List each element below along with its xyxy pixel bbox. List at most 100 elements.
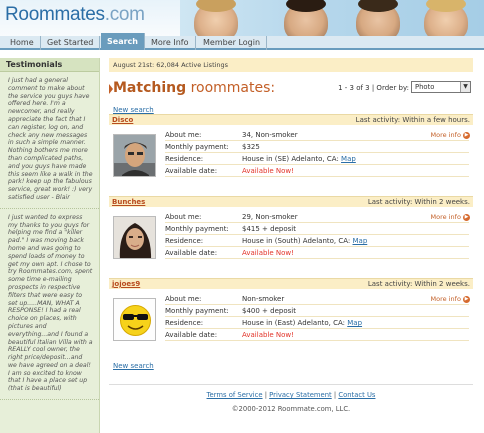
terms-link[interactable]: Terms of Service — [207, 391, 263, 399]
available-value: Available Now! — [242, 331, 294, 339]
nav-search[interactable]: Search — [101, 33, 145, 50]
residence-row: Residence: House in (South) Adelanto, CA:… — [165, 235, 469, 247]
last-activity: Last activity: Within 2 weeks. — [367, 280, 470, 288]
profile-photo[interactable] — [113, 298, 156, 341]
residence-row: Residence: House in (East) Adelanto, CA: … — [165, 317, 469, 329]
residence-value: House in (SE) Adelanto, CA: Map — [242, 153, 356, 165]
more-info-label: More info — [430, 131, 461, 139]
payment-label: Monthly payment: — [165, 225, 229, 233]
listing-bar: Bunches Last activity: Within 2 weeks. — [109, 196, 473, 207]
listing-details: About me: 29, Non-smoker Monthly payment:… — [165, 211, 469, 259]
arrow-right-icon: ▶ — [463, 131, 470, 139]
order-by-select[interactable]: Photo ▼ — [411, 81, 471, 93]
residence-label: Residence: — [165, 155, 204, 163]
payment-label: Monthly payment: — [165, 307, 229, 315]
listing-jojoes9: jojoes9 Last activity: Within 2 weeks. A… — [109, 278, 473, 360]
profile-photo[interactable] — [113, 134, 156, 177]
copyright: ©2000-2012 Roommate.com, LLC. — [231, 405, 351, 413]
available-label: Available date: — [165, 331, 218, 339]
available-label: Available date: — [165, 249, 218, 257]
testimonial-1: I just had a general comment to make abo… — [0, 72, 99, 209]
listing-name-link[interactable]: jojoes9 — [112, 280, 140, 288]
header-face-4 — [424, 0, 468, 36]
page-title: Matching roommates: — [113, 80, 275, 96]
last-activity: Last activity: Within a few hours. — [355, 116, 470, 124]
last-activity: Last activity: Within 2 weeks. — [367, 198, 470, 206]
listing-name-link[interactable]: Disco — [112, 116, 133, 124]
about-label: About me: — [165, 131, 202, 139]
about-row: About me: 29, Non-smoker — [165, 211, 469, 223]
title-prefix: Matching — [113, 80, 187, 96]
residence-label: Residence: — [165, 319, 204, 327]
residence-text: House in (SE) Adelanto, CA: — [242, 155, 342, 163]
more-info-link[interactable]: More info ▶ — [431, 213, 470, 221]
listing-details: About me: Non-smoker Monthly payment: $400… — [165, 293, 469, 341]
logo-text: Roommates — [5, 4, 105, 25]
payment-value: $325 — [242, 143, 260, 151]
result-pager: 1 - 3 of 3 | Order by: — [338, 84, 409, 92]
testimonials-sidebar: Testimonials I just had a general commen… — [0, 58, 100, 433]
payment-row: Monthly payment: $415 + deposit — [165, 223, 469, 235]
nav-get-started[interactable]: Get Started — [41, 36, 101, 50]
residence-value: House in (South) Adelanto, CA: Map — [242, 235, 367, 247]
more-info-label: More info — [430, 295, 461, 303]
available-row: Available date: Available Now! — [165, 247, 469, 259]
available-row: Available date: Available Now! — [165, 329, 469, 341]
listing-bar: Disco Last activity: Within a few hours. — [109, 114, 473, 125]
order-by-value: Photo — [415, 83, 435, 91]
site-header: Roommates.com — [0, 0, 484, 36]
header-face-3 — [356, 0, 400, 36]
listing-bunches: Bunches Last activity: Within 2 weeks. A… — [109, 196, 473, 278]
listing-bar: jojoes9 Last activity: Within 2 weeks. — [109, 278, 473, 289]
main-nav: Home Get Started Search More Info Member… — [0, 33, 484, 50]
about-label: About me: — [165, 295, 202, 303]
nav-home[interactable]: Home — [4, 36, 41, 50]
about-value: 29, Non-smoker — [242, 213, 298, 221]
payment-row: Monthly payment: $400 + deposit — [165, 305, 469, 317]
payment-row: Monthly payment: $325 — [165, 141, 469, 153]
chevron-down-icon[interactable]: ▼ — [460, 82, 470, 92]
payment-value: $400 + deposit — [242, 307, 296, 315]
title-suffix: roommates: — [186, 80, 276, 96]
listing-details: About me: 34, Non-smoker Monthly payment:… — [165, 129, 469, 177]
logo-suffix: .com — [104, 4, 145, 25]
payment-label: Monthly payment: — [165, 143, 229, 151]
active-listings-bar: August 21st: 62,084 Active Listings — [109, 58, 473, 72]
profile-photo[interactable] — [113, 216, 156, 259]
site-logo[interactable]: Roommates.com — [5, 4, 145, 26]
available-value: Available Now! — [242, 249, 294, 257]
testimonial-2: I just wanted to express my thanks to yo… — [0, 209, 99, 401]
nav-more-info[interactable]: More Info — [145, 36, 196, 50]
listing-disco: Disco Last activity: Within a few hours.… — [109, 114, 473, 196]
about-label: About me: — [165, 213, 202, 221]
residence-label: Residence: — [165, 237, 204, 245]
more-info-link[interactable]: More info ▶ — [431, 131, 470, 139]
available-label: Available date: — [165, 167, 218, 175]
arrow-right-icon: ▶ — [463, 295, 470, 303]
available-row: Available date: Available Now! — [165, 165, 469, 177]
new-search-link-bottom[interactable]: New search — [109, 358, 158, 370]
new-search-link-top[interactable]: New search — [109, 102, 473, 114]
privacy-link[interactable]: Privacy Statement — [269, 391, 332, 399]
sidebar-title: Testimonials — [0, 58, 99, 72]
nav-member-login[interactable]: Member Login — [197, 36, 268, 50]
more-info-link[interactable]: More info ▶ — [431, 295, 470, 303]
residence-text: House in (East) Adelanto, CA: — [242, 319, 348, 327]
about-value: Non-smoker — [242, 295, 285, 303]
residence-text: House in (South) Adelanto, CA: — [242, 237, 353, 245]
page-footer: Terms of Service | Privacy Statement | C… — [109, 384, 473, 413]
available-value: Available Now! — [242, 167, 294, 175]
residence-row: Residence: House in (SE) Adelanto, CA: Ma… — [165, 153, 469, 165]
more-info-label: More info — [430, 213, 461, 221]
results-heading-row: Matching roommates: 1 - 3 of 3 | Order b… — [109, 72, 473, 102]
payment-value: $415 + deposit — [242, 225, 296, 233]
map-link[interactable]: Map — [347, 319, 362, 327]
header-photo — [180, 0, 484, 36]
header-face-1 — [194, 0, 238, 36]
about-value: 34, Non-smoker — [242, 131, 298, 139]
map-link[interactable]: Map — [341, 155, 356, 163]
map-link[interactable]: Map — [353, 237, 368, 245]
contact-link[interactable]: Contact Us — [338, 391, 375, 399]
listing-name-link[interactable]: Bunches — [112, 198, 145, 206]
about-row: About me: 34, Non-smoker — [165, 129, 469, 141]
